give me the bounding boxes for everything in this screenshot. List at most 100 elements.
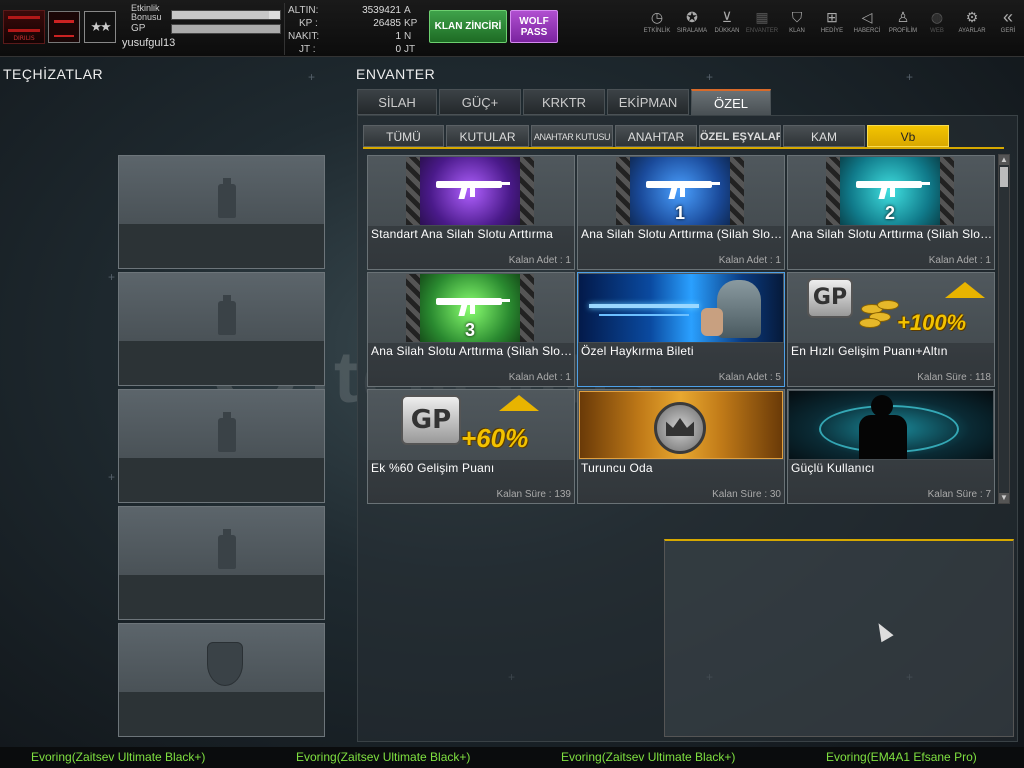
plus-mark: + — [906, 70, 914, 84]
inventory-item[interactable]: 3 Ana Silah Slotu Arttırma (Silah Slotu … — [367, 272, 575, 387]
inventory-scrollbar[interactable]: ▲ ▼ — [998, 154, 1010, 504]
nav-dukkan[interactable]: ⊻ DÜKKAN — [710, 7, 744, 49]
nav-label: WEB — [930, 28, 944, 34]
gp-label: GP — [131, 23, 146, 34]
item-name: Ana Silah Slotu Arttırma (Silah Slotu 1) — [581, 227, 783, 241]
tab-silah[interactable]: SİLAH — [357, 89, 437, 115]
item-detail-panel — [664, 539, 1014, 737]
tab-ekipman[interactable]: EKİPMAN — [607, 89, 689, 115]
nav-web[interactable]: ◍ WEB — [925, 7, 949, 49]
item-quantity: Kalan Adet : 1 — [718, 255, 781, 266]
equipment-slot-4[interactable] — [118, 506, 325, 620]
subtab-kam[interactable]: KAM — [783, 125, 865, 147]
nav-label: GERİ — [1000, 28, 1016, 34]
inventory-item[interactable]: GP +100% En Hızlı Gelişim Puanı+Altın Ka… — [787, 272, 995, 387]
weapon-slot-icon — [406, 157, 534, 225]
subtab-anahtar[interactable]: ANAHTAR — [615, 125, 697, 147]
nav-hediye[interactable]: ⊞ HEDİYE — [815, 7, 849, 49]
item-name: En Hızlı Gelişim Puanı+Altın — [791, 344, 948, 358]
inventory-item[interactable]: Güçlü Kullanıcı Kalan Süre : 7 — [787, 389, 995, 504]
shout-ticket-icon — [579, 274, 783, 342]
item-name: Ana Silah Slotu Arttırma (Silah Slotu 2) — [791, 227, 993, 241]
equipment-slot-2[interactable] — [118, 272, 325, 386]
gp-badge-icon: GP — [401, 395, 461, 445]
item-quantity: Kalan Adet : 5 — [718, 372, 781, 383]
inventory-item[interactable]: Standart Ana Silah Slotu Arttırma Kalan … — [367, 155, 575, 270]
clock-icon: ◷ — [650, 9, 664, 25]
spray-can-icon — [214, 174, 240, 220]
currency-value: 0 — [395, 44, 401, 55]
inventory-item[interactable]: Turuncu Oda Kalan Süre : 30 — [577, 389, 785, 504]
currency-label: NAKIT: — [288, 31, 320, 42]
spray-can-icon — [214, 525, 240, 571]
item-quantity: Kalan Süre : 139 — [496, 489, 572, 500]
nav-label: HEDİYE — [820, 28, 844, 34]
subtab-tumu[interactable]: TÜMÜ — [363, 125, 444, 147]
nav-haberci[interactable]: ◁ HABERCİ — [850, 7, 884, 49]
inventory-item[interactable]: GP +60% Ek %60 Gelişim Puanı Kalan Süre … — [367, 389, 575, 504]
scroll-thumb[interactable] — [1000, 167, 1008, 187]
cart-icon: ⊻ — [721, 9, 733, 25]
currency-label: ALTIN: — [288, 5, 319, 16]
arrow-up-icon — [499, 395, 539, 411]
klan-zinciri-button[interactable]: KLAN ZİNCİRİ — [429, 10, 507, 43]
currency-panel: ALTIN: 3539421 A KP : 26485 KP NAKIT: 1 … — [284, 3, 422, 55]
tab-ozel[interactable]: ÖZEL — [691, 89, 771, 115]
game-logo: DIRILIS — [3, 10, 45, 44]
item-quantity: Kalan Süre : 30 — [712, 489, 781, 500]
item-quantity: Kalan Adet : 1 — [928, 255, 991, 266]
subtab-vb[interactable]: Vb — [867, 125, 949, 147]
tab-guc[interactable]: GÜÇ+ — [439, 89, 521, 115]
clan-emblem[interactable] — [48, 11, 80, 43]
subtab-ozel-esyalar[interactable]: ÖZEL EŞYALAR — [699, 125, 781, 147]
profile-icon: ♙ — [896, 9, 910, 25]
scroll-down-icon[interactable]: ▼ — [999, 493, 1009, 503]
item-name: Ek %60 Gelişim Puanı — [371, 461, 495, 475]
shield-icon — [205, 640, 245, 686]
nav-envanter[interactable]: ▦ ENVANTER — [744, 7, 780, 49]
equipment-slot-1[interactable] — [118, 155, 325, 269]
plus-mark: + — [108, 270, 116, 284]
nav-siralama[interactable]: ✪ SIRALAMA — [675, 7, 709, 49]
plus-mark: + — [308, 70, 316, 84]
item-name: Ana Silah Slotu Arttırma (Silah Slotu 3) — [371, 344, 573, 358]
slot-number: 2 — [884, 203, 895, 223]
nav-geri[interactable]: « GERİ — [994, 7, 1022, 49]
subtab-kutular[interactable]: KUTULAR — [446, 125, 529, 147]
equipment-slot-3[interactable] — [118, 389, 325, 503]
gp-badge-icon: GP — [807, 278, 853, 318]
ticker-item: Evoring(EM4A1 Efsane Pro) — [826, 750, 977, 764]
currency-label: KP : — [299, 18, 318, 29]
nav-label: DÜKKAN — [714, 28, 740, 34]
inventory-item[interactable]: Özel Haykırma Bileti Kalan Adet : 5 — [577, 272, 785, 387]
event-bonus-bar — [171, 10, 281, 20]
medal-icon: ✪ — [686, 9, 698, 25]
spray-can-icon — [214, 408, 240, 454]
bonus-text: +60% — [461, 423, 529, 453]
currency-unit: JT — [404, 44, 416, 55]
nav-etkinlik[interactable]: ◷ ETKİNLİK — [640, 7, 674, 49]
globe-icon: ◍ — [930, 9, 944, 25]
tab-krktr[interactable]: KRKTR — [523, 89, 605, 115]
nav-klan[interactable]: ⛉ KLAN — [781, 7, 813, 49]
gift-icon: ⊞ — [826, 9, 838, 25]
slot-number: 3 — [464, 320, 475, 340]
weapon-slot-icon: 1 — [616, 157, 744, 225]
shield-icon: ⛉ — [791, 9, 803, 25]
equipment-slot-5[interactable] — [118, 623, 325, 737]
nav-profilim[interactable]: ♙ PROFİLİM — [885, 7, 921, 49]
nav-label: AYARLAR — [958, 28, 986, 34]
wolf-pass-button[interactable]: WOLF PASS — [510, 10, 558, 43]
inventory-item[interactable]: 1 Ana Silah Slotu Arttırma (Silah Slotu … — [577, 155, 785, 270]
item-quantity: Kalan Adet : 1 — [508, 255, 571, 266]
ticker-item: Evoring(Zaitsev Ultimate Black+) — [296, 750, 471, 764]
item-name: Standart Ana Silah Slotu Arttırma — [371, 227, 554, 241]
nav-label: KLAN — [789, 28, 805, 34]
nav-ayarlar[interactable]: ⚙ AYARLAR — [954, 7, 990, 49]
gear-icon: ⚙ — [965, 9, 979, 25]
currency-unit: N — [404, 31, 412, 42]
inventory-item[interactable]: 2 Ana Silah Slotu Arttırma (Silah Slotu … — [787, 155, 995, 270]
subtab-anahtar-kutusu[interactable]: ANAHTAR KUTUSU — [531, 125, 613, 147]
scroll-up-icon[interactable]: ▲ — [999, 155, 1009, 165]
currency-row-jt: JT : 0 JT — [285, 44, 423, 56]
